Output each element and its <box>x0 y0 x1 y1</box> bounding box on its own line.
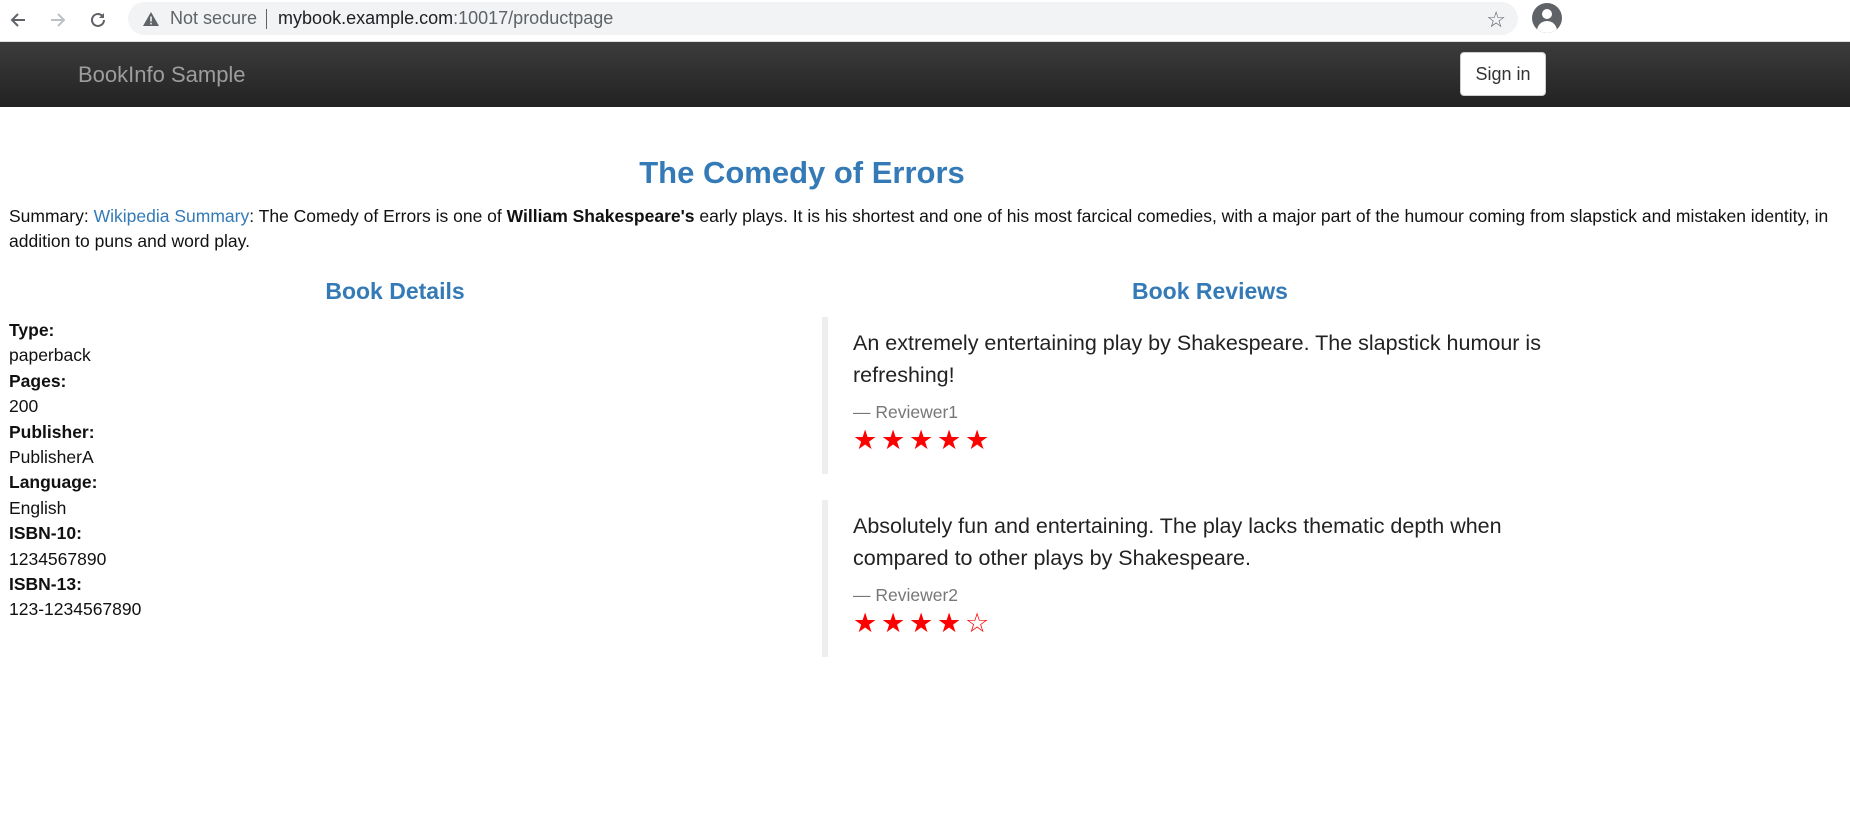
star-empty-icon: ☆ <box>965 608 991 638</box>
address-bar[interactable]: Not secure mybook.example.com:10017/prod… <box>128 2 1518 35</box>
forward-icon[interactable] <box>44 6 72 34</box>
detail-label-pages: Pages: <box>9 370 67 391</box>
detail-label-isbn13: ISBN-13: <box>9 574 82 595</box>
reviewer-name: — Reviewer2 <box>853 585 959 605</box>
star-filled-icon: ★ <box>881 608 907 638</box>
book-details-list: Type: paperback Pages: 200 Publisher: Pu… <box>9 318 141 623</box>
detail-label-publisher: Publisher: <box>9 421 95 442</box>
detail-value-publisher: PublisherA <box>9 447 94 468</box>
star-filled-icon: ★ <box>937 608 963 638</box>
summary-prefix: Summary: <box>9 206 94 226</box>
wikipedia-summary-link[interactable]: Wikipedia Summary <box>94 206 250 226</box>
star-rating: ★ ★ ★ ★ ★ <box>853 425 1582 455</box>
url-host: mybook.example.com <box>278 8 454 28</box>
app-navbar: BookInfo Sample Sign in <box>0 42 1850 107</box>
back-icon[interactable] <box>4 6 32 34</box>
sign-in-button[interactable]: Sign in <box>1460 52 1546 96</box>
url-path: :10017/productpage <box>453 8 614 28</box>
profile-icon[interactable] <box>1532 3 1562 33</box>
summary-author: William Shakespeare's <box>506 206 695 226</box>
star-filled-icon: ★ <box>853 608 879 638</box>
page-title: The Comedy of Errors <box>639 155 965 190</box>
browser-toolbar: Not secure mybook.example.com:10017/prod… <box>0 0 1850 42</box>
security-label: Not secure <box>170 8 258 28</box>
book-details-heading: Book Details <box>325 278 465 304</box>
detail-value-isbn10: 1234567890 <box>9 548 107 569</box>
star-filled-icon: ★ <box>853 425 879 455</box>
detail-value-isbn13: 123-1234567890 <box>9 599 142 620</box>
brand-link[interactable]: BookInfo Sample <box>78 62 246 88</box>
detail-value-language: English <box>9 497 67 518</box>
book-summary: Summary: Wikipedia Summary: The Comedy o… <box>9 204 1850 254</box>
reload-icon[interactable] <box>84 6 112 34</box>
star-filled-icon: ★ <box>909 425 935 455</box>
star-icon[interactable]: ☆ <box>1486 7 1506 33</box>
summary-text-1: : The Comedy of Errors is one of <box>249 206 507 226</box>
review-item: An extremely entertaining play by Shakes… <box>822 317 1582 474</box>
detail-label-isbn10: ISBN-10: <box>9 523 82 544</box>
review-text: Absolutely fun and entertaining. The pla… <box>853 514 1502 570</box>
warning-icon <box>142 10 160 28</box>
reviewer-name: — Reviewer1 <box>853 402 959 422</box>
book-reviews-heading: Book Reviews <box>1132 278 1288 304</box>
detail-value-pages: 200 <box>9 396 39 417</box>
star-rating: ★ ★ ★ ★ ☆ <box>853 608 1582 638</box>
detail-label-type: Type: <box>9 320 55 340</box>
review-item: Absolutely fun and entertaining. The pla… <box>822 500 1582 657</box>
star-filled-icon: ★ <box>965 425 991 455</box>
address-separator <box>266 8 268 29</box>
star-filled-icon: ★ <box>909 608 935 638</box>
detail-value-type: paperback <box>9 345 91 366</box>
star-filled-icon: ★ <box>937 425 963 455</box>
star-filled-icon: ★ <box>881 425 907 455</box>
detail-label-language: Language: <box>9 472 98 493</box>
review-text: An extremely entertaining play by Shakes… <box>853 331 1541 387</box>
